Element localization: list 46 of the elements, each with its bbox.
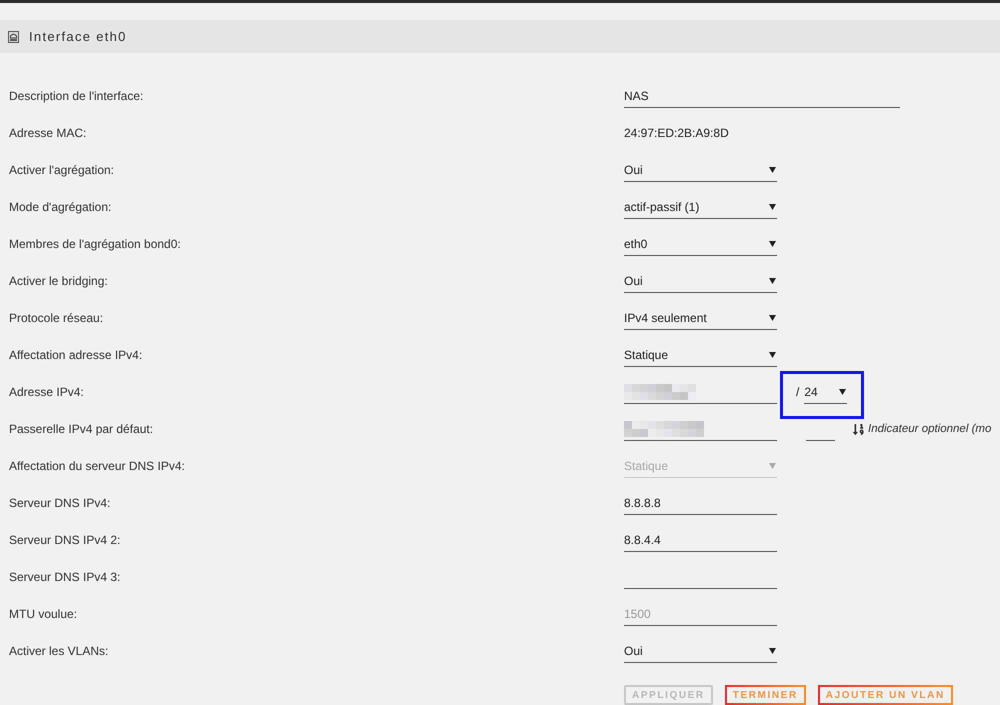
input-field[interactable]: NAS [624, 85, 900, 108]
field-label: MTU voulue: [9, 606, 78, 623]
input-field[interactable]: 8.8.8.8 [624, 492, 777, 515]
dropdown[interactable]: Statique [624, 344, 777, 367]
field-label: Adresse MAC: [9, 125, 88, 142]
input-field[interactable]: 1500 [624, 603, 777, 626]
caret-icon [769, 204, 776, 210]
field-label: Mode d'agrégation: [9, 199, 112, 216]
dropdown[interactable]: Oui [624, 159, 777, 182]
panel-title: Interface eth0 [29, 29, 127, 44]
caret-icon [769, 463, 776, 469]
field-label: Affectation du serveur DNS IPv4: [9, 458, 186, 475]
dropdown[interactable]: actif-passif (1) [624, 196, 777, 219]
field-label: Affectation adresse IPv4: [9, 347, 144, 364]
caret-icon [769, 167, 776, 173]
dropdown[interactable]: eth0 [624, 233, 777, 256]
field-label: Protocole réseau: [9, 310, 104, 327]
dropdown[interactable]: Oui [624, 270, 777, 293]
dropdown[interactable]: IPv4 seulement [624, 307, 777, 330]
sort-numeric-icon [853, 422, 864, 436]
dropdown[interactable]: 24 [804, 380, 848, 404]
hint-text: Indicateur optionnel (mo [868, 423, 992, 435]
field-label: Activer l'agrégation: [9, 162, 116, 179]
field-label: Passerelle IPv4 par défaut: [9, 421, 154, 438]
caret-icon [769, 241, 776, 247]
input-field[interactable]: 8.8.4.4 [624, 529, 777, 552]
caret-icon [769, 278, 776, 284]
pixelated-placeholder [624, 384, 696, 400]
caret-icon [769, 352, 776, 358]
field-label: Serveur DNS IPv4: [9, 495, 112, 512]
caret-icon [769, 648, 776, 654]
field-label: Serveur DNS IPv4 3: [9, 569, 122, 586]
field-label: Activer le bridging: [9, 273, 109, 290]
dropdown[interactable]: Oui [624, 640, 777, 663]
ethernet-port-icon [8, 30, 19, 42]
field-label: Adresse IPv4: [9, 384, 85, 401]
value-text: 24:97:ED:2B:A9:8D [624, 125, 729, 142]
input-field[interactable] [624, 418, 777, 441]
caret-icon [839, 388, 846, 394]
input-field[interactable] [624, 381, 777, 404]
slash-text: / [796, 385, 800, 399]
field-label: Membres de l'agrégation bond0: [9, 236, 182, 253]
field-label: Description de l'interface: [9, 88, 144, 105]
caret-icon [769, 315, 776, 321]
field-label: Activer les VLANs: [9, 643, 110, 660]
field-label: Serveur DNS IPv4 2: [9, 532, 122, 549]
